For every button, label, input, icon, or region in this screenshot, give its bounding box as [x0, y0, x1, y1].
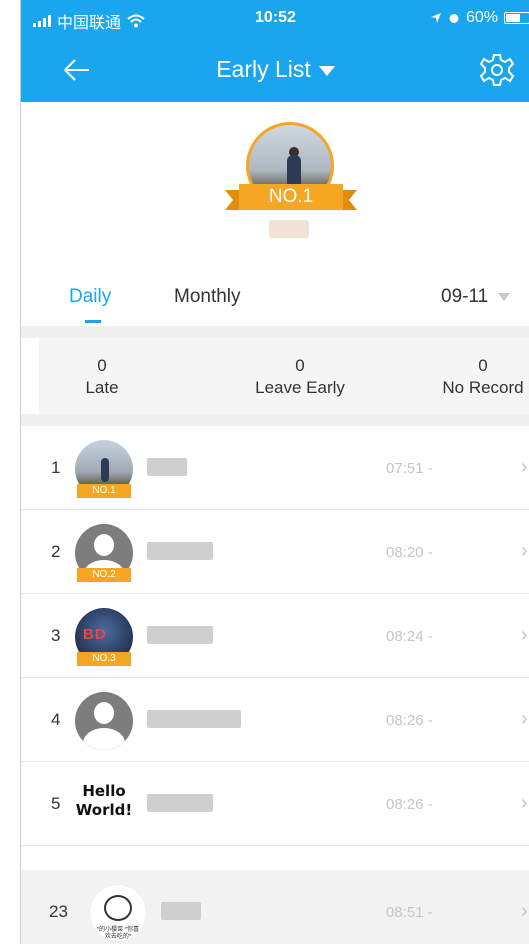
- alarm-icon: [449, 14, 459, 23]
- status-right: 60%: [430, 9, 529, 27]
- rank-number: 4: [51, 710, 61, 729]
- date-selector[interactable]: 09-11: [441, 286, 511, 308]
- rank-number: 5: [51, 794, 61, 813]
- stat-late-label: Late: [85, 378, 119, 397]
- check-in-time: 07:51 -: [386, 460, 433, 477]
- tab-daily[interactable]: Daily: [69, 286, 111, 308]
- stat-late-value: 0: [97, 356, 107, 375]
- chevron-right-icon: ›: [521, 792, 528, 814]
- avatar-caption: *的小樱菜 *你喜欢去吃的*: [96, 927, 140, 940]
- rank-number: 2: [51, 542, 61, 561]
- chevron-right-icon: ›: [521, 900, 528, 922]
- champion-section: NO.1: [21, 102, 529, 272]
- location-icon: [430, 13, 441, 23]
- avatar-text: Hello World!: [75, 782, 133, 819]
- caret-down-icon: [498, 292, 511, 301]
- champion-name-redacted: [269, 220, 309, 238]
- nav-bar: Early List: [21, 40, 529, 100]
- avatar: *的小樱菜 *你喜欢去吃的*: [89, 884, 147, 942]
- chevron-right-icon: ›: [521, 540, 528, 562]
- page-title[interactable]: Early List: [21, 56, 529, 83]
- chevron-right-icon: ›: [521, 624, 528, 646]
- app-screen: 中国联通 10:52 60% Early List NO.1 Daily Mon…: [20, 0, 529, 944]
- battery-percent: 60%: [465, 9, 498, 26]
- chevron-right-icon: ›: [521, 456, 528, 478]
- status-bar: 中国联通 10:52 60%: [21, 0, 529, 34]
- list-item[interactable]: 4 08:26 - ›: [21, 678, 529, 762]
- rank-badge: NO.3: [77, 652, 131, 666]
- check-in-time: 08:51 -: [386, 904, 433, 921]
- stats-panel: 0 Late 0 Leave Early 0 No Record: [39, 338, 529, 414]
- rank-number: 3: [51, 626, 61, 645]
- list-item[interactable]: 1 NO.1 07:51 - ›: [21, 426, 529, 510]
- caret-down-icon: [318, 65, 335, 76]
- stat-leave-early-label: Leave Early: [255, 378, 345, 397]
- divider: [21, 326, 529, 338]
- battery-icon: [504, 12, 529, 24]
- check-in-time: 08:26 -: [386, 796, 433, 813]
- name-redacted: [147, 458, 187, 476]
- champion-badge: NO.1: [225, 184, 357, 210]
- gear-icon[interactable]: [479, 52, 515, 88]
- tab-monthly[interactable]: Monthly: [174, 286, 241, 308]
- name-redacted: [161, 902, 201, 920]
- chevron-right-icon: ›: [521, 708, 528, 730]
- stat-late: 0 Late: [67, 356, 137, 398]
- tab-active-indicator: [85, 320, 101, 323]
- top-bar: 中国联通 10:52 60% Early List: [21, 0, 529, 102]
- name-redacted: [147, 710, 241, 728]
- stat-leave-early: 0 Leave Early: [235, 356, 365, 398]
- check-in-time: 08:26 -: [386, 712, 433, 729]
- avatar: Hello World!: [75, 776, 133, 834]
- name-redacted: [147, 794, 213, 812]
- list-item[interactable]: 5 Hello World! 08:26 - ›: [21, 762, 529, 846]
- tab-bar: Daily Monthly 09-11: [21, 272, 529, 326]
- stat-no-record-label: No Record: [442, 378, 524, 397]
- name-redacted: [147, 626, 213, 644]
- date-value: 09-11: [441, 286, 489, 307]
- divider: [21, 414, 529, 426]
- check-in-time: 08:24 -: [386, 628, 433, 645]
- check-in-time: 08:20 -: [386, 544, 433, 561]
- stat-no-record: 0 No Record: [424, 356, 529, 398]
- stat-no-record-value: 0: [478, 356, 488, 375]
- rank-number: 1: [51, 458, 61, 477]
- rank-badge: NO.2: [77, 568, 131, 582]
- rank-number: 23: [49, 902, 68, 921]
- list-item-self[interactable]: 23 *的小樱菜 *你喜欢去吃的* 08:51 - ›: [21, 870, 529, 944]
- name-redacted: [147, 542, 213, 560]
- page-title-text: Early List: [216, 56, 311, 82]
- rank-badge: NO.1: [77, 484, 131, 498]
- stat-leave-early-value: 0: [295, 356, 305, 375]
- list-item[interactable]: 2 NO.2 08:20 - ›: [21, 510, 529, 594]
- list-item[interactable]: 3 BD NO.3 08:24 - ›: [21, 594, 529, 678]
- avatar: [75, 692, 133, 750]
